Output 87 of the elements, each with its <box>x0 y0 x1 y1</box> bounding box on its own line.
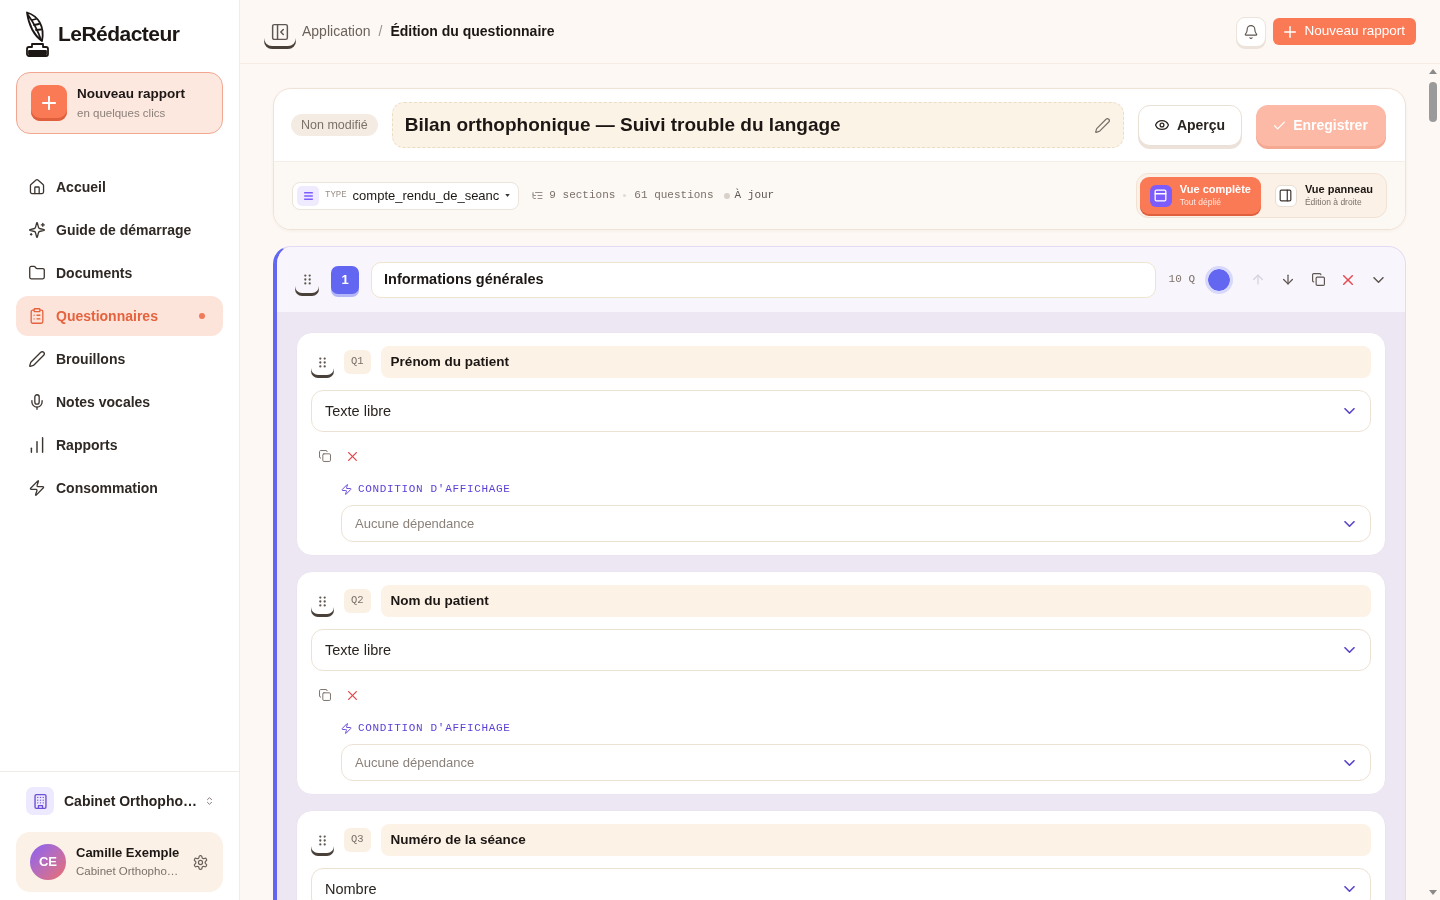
stat-label: 61 questions <box>634 188 714 204</box>
list-icon <box>297 185 319 206</box>
nav-item[interactable]: Guide de démarrage <box>16 210 223 250</box>
bar-chart-icon <box>29 437 45 453</box>
clipboard-icon <box>29 308 45 324</box>
plus-icon <box>1284 25 1297 38</box>
nav-item[interactable]: Documents <box>16 253 223 293</box>
lightning-icon <box>341 483 352 495</box>
user-avatar: CE <box>30 844 66 880</box>
plus-icon <box>31 85 67 121</box>
notifications-button[interactable] <box>1236 16 1267 47</box>
breadcrumb-current: Édition du questionnaire <box>390 22 555 41</box>
chevrons-up-down-icon <box>207 794 212 808</box>
chevron-down-icon <box>1344 520 1355 527</box>
home-icon <box>29 179 45 195</box>
grip-icon <box>303 274 311 285</box>
caret-icon <box>505 194 511 197</box>
chevron-down-icon <box>1344 408 1355 414</box>
eye-icon <box>1154 118 1169 132</box>
sync-status: À jour <box>734 187 775 204</box>
question-count: 10 Q <box>1168 272 1195 288</box>
folder-icon <box>29 265 45 281</box>
question-title-field[interactable]: Numéro de la séance <box>380 824 1371 856</box>
user-organization: Cabinet Orthopho… <box>76 864 180 879</box>
copy-icon[interactable] <box>1311 273 1325 286</box>
sparkles-icon <box>29 222 45 238</box>
nav-item[interactable]: Accueil <box>16 167 223 207</box>
nav-item[interactable]: Rapports <box>16 425 223 465</box>
scrollbar-thumb[interactable] <box>1429 82 1437 122</box>
chevron-down-icon <box>1344 759 1355 766</box>
question-number: Q1 <box>344 350 371 374</box>
scroll-up-icon[interactable] <box>1429 69 1437 74</box>
x-icon[interactable] <box>1343 274 1353 285</box>
breadcrumb-separator: / <box>378 22 383 41</box>
panel-right-icon <box>1279 189 1293 202</box>
breadcrumb-link[interactable]: Application <box>302 21 371 42</box>
x-icon[interactable] <box>348 451 357 461</box>
building-icon <box>26 787 54 815</box>
condition-select[interactable]: Aucune dépendance <box>341 505 1371 542</box>
grip-icon <box>319 834 326 846</box>
preview-button[interactable]: Aperçu <box>1138 104 1242 146</box>
pencil-icon <box>29 351 45 367</box>
settings-icon[interactable] <box>193 854 208 870</box>
question-number: Q2 <box>344 589 371 613</box>
x-icon[interactable] <box>348 690 357 700</box>
question-type-select[interactable]: Nombre <box>311 868 1371 900</box>
stat-label: 9 sections <box>549 188 616 204</box>
question-title-field[interactable]: Nom du patient <box>380 585 1371 617</box>
nav-item[interactable]: Brouillons <box>16 339 223 379</box>
arrow-down-icon[interactable] <box>1283 274 1293 285</box>
question-type-select[interactable]: Texte libre <box>311 390 1371 432</box>
question-type-select[interactable]: Texte libre <box>311 629 1371 671</box>
section-number: 1 <box>331 265 359 294</box>
user-name: Camille Exemple <box>76 845 181 862</box>
copy-icon[interactable] <box>319 450 331 462</box>
scroll-down-icon[interactable] <box>1429 890 1437 895</box>
title-field[interactable]: Bilan orthophonique — Suivi trouble du langage <box>391 102 1124 148</box>
new-report-card[interactable]: Nouveau rapport en quelques clics <box>16 72 223 134</box>
grip-icon <box>319 595 326 607</box>
quill-inkwell-icon <box>24 11 50 57</box>
microphone-icon <box>29 394 45 410</box>
chevron-down-icon[interactable] <box>1372 276 1384 283</box>
condition-label: CONDITION D'AFFICHAGE <box>358 481 511 497</box>
pencil-icon <box>1095 117 1110 133</box>
lightning-icon <box>29 480 45 496</box>
type-select[interactable]: TYPE compte_rendu_de_seanc <box>292 181 520 210</box>
nav-item[interactable]: Consommation <box>16 468 223 508</box>
chevron-down-icon <box>1344 886 1355 892</box>
section-title-field[interactable]: Informations générales <box>371 261 1156 298</box>
question-number: Q3 <box>344 828 371 852</box>
brand-name: LeRédacteur <box>58 21 180 48</box>
grip-icon <box>319 356 326 368</box>
check-icon <box>1274 120 1286 130</box>
bell-icon <box>1244 24 1259 39</box>
chevron-down-icon <box>1344 647 1355 653</box>
panel-left-icon <box>271 22 289 41</box>
status-badge: Non modifié <box>291 114 378 136</box>
question-title-field[interactable]: Prénom du patient <box>380 346 1371 378</box>
list-tree-icon <box>532 190 544 201</box>
view-option[interactable]: Vue panneau Édition à droite <box>1264 177 1383 214</box>
condition-label: CONDITION D'AFFICHAGE <box>358 720 511 736</box>
workspace-switcher[interactable]: Cabinet Orthopho… <box>0 787 239 815</box>
lightning-icon <box>341 722 352 734</box>
nav-item[interactable]: Notes vocales <box>16 382 223 422</box>
condition-select[interactable]: Aucune dépendance <box>341 744 1371 781</box>
copy-icon[interactable] <box>319 689 331 701</box>
window-icon <box>1154 189 1168 202</box>
